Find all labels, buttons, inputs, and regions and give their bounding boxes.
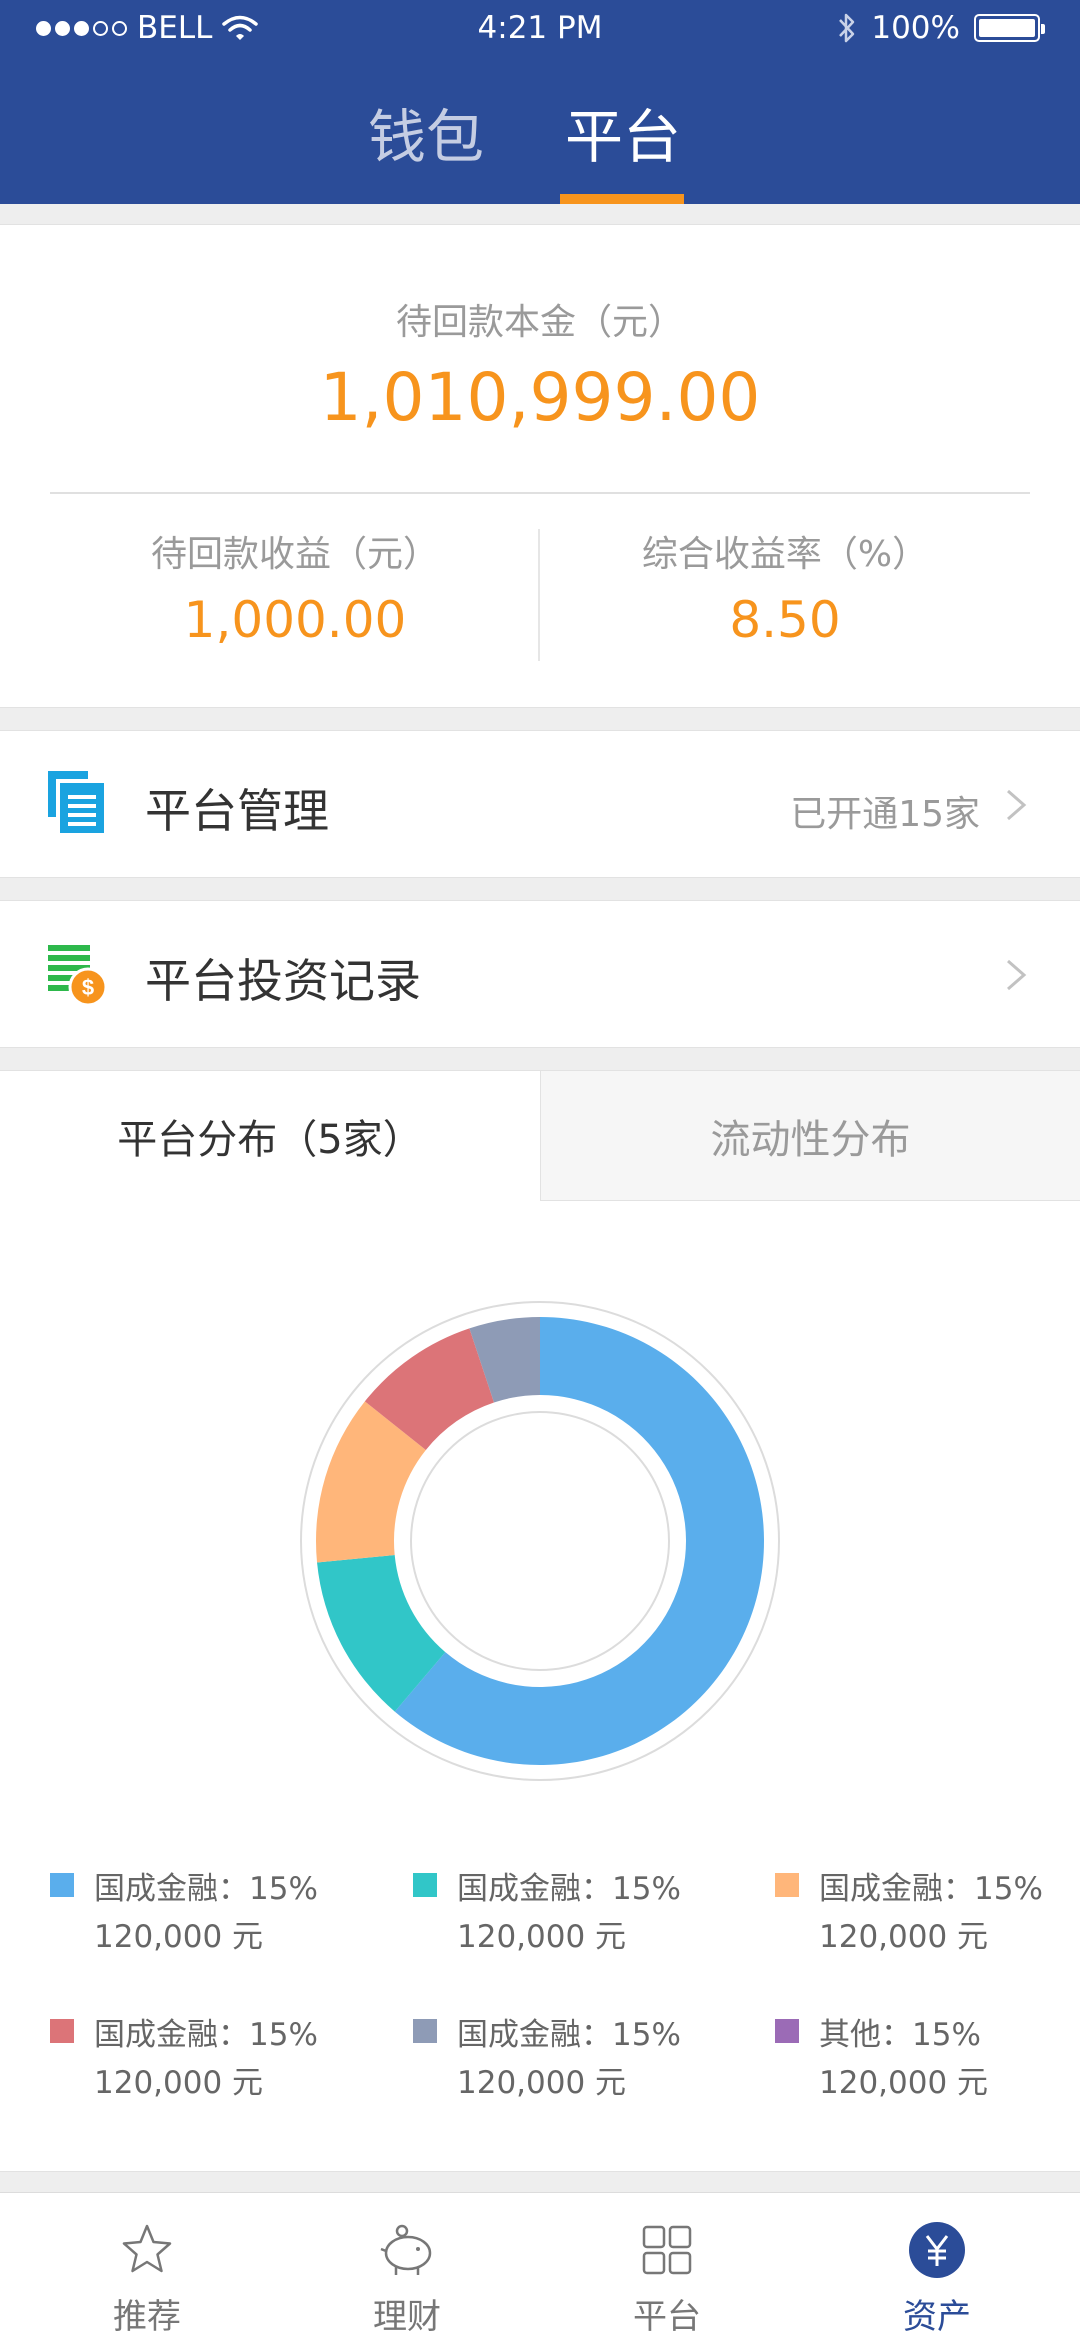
rate-column: 综合收益率（%） 8.50	[540, 525, 1030, 649]
legend-swatch	[50, 2019, 74, 2043]
status-right: 100%	[837, 10, 1045, 46]
legend-item: 其他：15% 120,000 元	[775, 2009, 1080, 2109]
platform-management-row[interactable]: 平台管理 已开通15家	[0, 730, 1080, 878]
tab-recommend-label: 推荐	[113, 2297, 181, 2337]
tab-platform-nav[interactable]: 平台	[532, 2193, 802, 2347]
distribution-card: 平台分布（5家） 流动性分布 国成金融：15% 120,000 元国成金融：15%…	[0, 1070, 1080, 2172]
legend-amount: 120,000 元	[819, 2065, 989, 2101]
star-icon	[122, 2224, 172, 2273]
tab-platform[interactable]: 平台	[565, 90, 681, 174]
document-stack-icon	[48, 771, 104, 833]
legend-item: 国成金融：15% 120,000 元	[775, 1863, 1080, 1963]
bluetooth-icon	[839, 13, 855, 43]
donut-inner-ring	[410, 1411, 670, 1671]
coin-stack-icon: $	[48, 945, 108, 1005]
tab-finance[interactable]: 理财	[272, 2193, 542, 2347]
legend-name: 国成金融：15%	[457, 2017, 681, 2053]
rate-value: 8.50	[729, 591, 841, 649]
header: BELL 4:21 PM 100% 钱包 平台	[0, 0, 1080, 204]
income-value: 1,000.00	[183, 591, 407, 649]
legend-amount: 120,000 元	[457, 1919, 627, 1955]
legend-amount: 120,000 元	[94, 2065, 264, 2101]
opened-count: 已开通15家	[790, 794, 980, 835]
legend-amount: 120,000 元	[819, 1919, 989, 1955]
summary-card: 待回款本金（元） 1,010,999.00 待回款收益（元） 1,000.00 …	[0, 224, 1080, 708]
tab-assets-label: 资产	[903, 2297, 971, 2337]
bottom-tab-bar: 推荐 理财 平台 资产	[0, 2192, 1080, 2347]
tab-platform-nav-label: 平台	[633, 2297, 701, 2337]
principal-value: 1,010,999.00	[319, 359, 761, 436]
legend-swatch	[413, 1873, 437, 1897]
legend-swatch	[775, 2019, 799, 2043]
top-tabs: 钱包 平台	[0, 90, 1080, 204]
legend-amount: 120,000 元	[457, 2065, 627, 2101]
legend-name: 国成金融：15%	[457, 1871, 681, 1907]
divider	[50, 492, 1030, 494]
status-bar: BELL 4:21 PM 100%	[0, 0, 1080, 56]
distribution-donut-chart	[300, 1301, 780, 1781]
active-tab-indicator	[560, 194, 684, 204]
legend-item: 国成金融：15% 120,000 元	[413, 2009, 743, 2109]
yuan-icon	[909, 2222, 965, 2278]
tab-wallet[interactable]: 钱包	[368, 90, 484, 174]
legend-item: 国成金融：15% 120,000 元	[50, 2009, 380, 2109]
income-label: 待回款收益（元）	[150, 534, 439, 575]
platform-management-title: 平台管理	[145, 784, 329, 838]
grid-icon	[642, 2225, 692, 2275]
investment-records-title: 平台投资记录	[145, 954, 421, 1008]
svg-text:$: $	[82, 975, 94, 1000]
principal-label: 待回款本金（元）	[395, 302, 684, 343]
tab-liquidity-distribution[interactable]: 流动性分布	[540, 1071, 1080, 1201]
income-column: 待回款收益（元） 1,000.00	[50, 525, 540, 649]
legend-name: 其他：15%	[819, 2017, 981, 2053]
legend-swatch	[413, 2019, 437, 2043]
legend-amount: 120,000 元	[94, 1919, 264, 1955]
tab-platform-distribution[interactable]: 平台分布（5家）	[0, 1071, 540, 1201]
legend-name: 国成金融：15%	[819, 1871, 1043, 1907]
piggy-bank-icon	[380, 2224, 432, 2275]
investment-records-row[interactable]: $ 平台投资记录	[0, 900, 1080, 1048]
legend-item: 国成金融：15% 120,000 元	[50, 1863, 380, 1963]
chevron-right-icon	[1007, 789, 1027, 821]
legend-name: 国成金融：15%	[94, 1871, 318, 1907]
legend-name: 国成金融：15%	[94, 2017, 318, 2053]
rate-label: 综合收益率（%）	[641, 534, 929, 575]
tab-assets[interactable]: 资产	[802, 2193, 1072, 2347]
legend-item: 国成金融：15% 120,000 元	[413, 1863, 743, 1963]
battery-icon	[974, 14, 1045, 42]
chevron-right-icon	[1007, 959, 1027, 991]
legend-swatch	[50, 1873, 74, 1897]
legend-swatch	[775, 1873, 799, 1897]
tab-recommend[interactable]: 推荐	[12, 2193, 282, 2347]
tab-finance-label: 理财	[373, 2297, 441, 2337]
battery-percent: 100%	[871, 10, 960, 46]
